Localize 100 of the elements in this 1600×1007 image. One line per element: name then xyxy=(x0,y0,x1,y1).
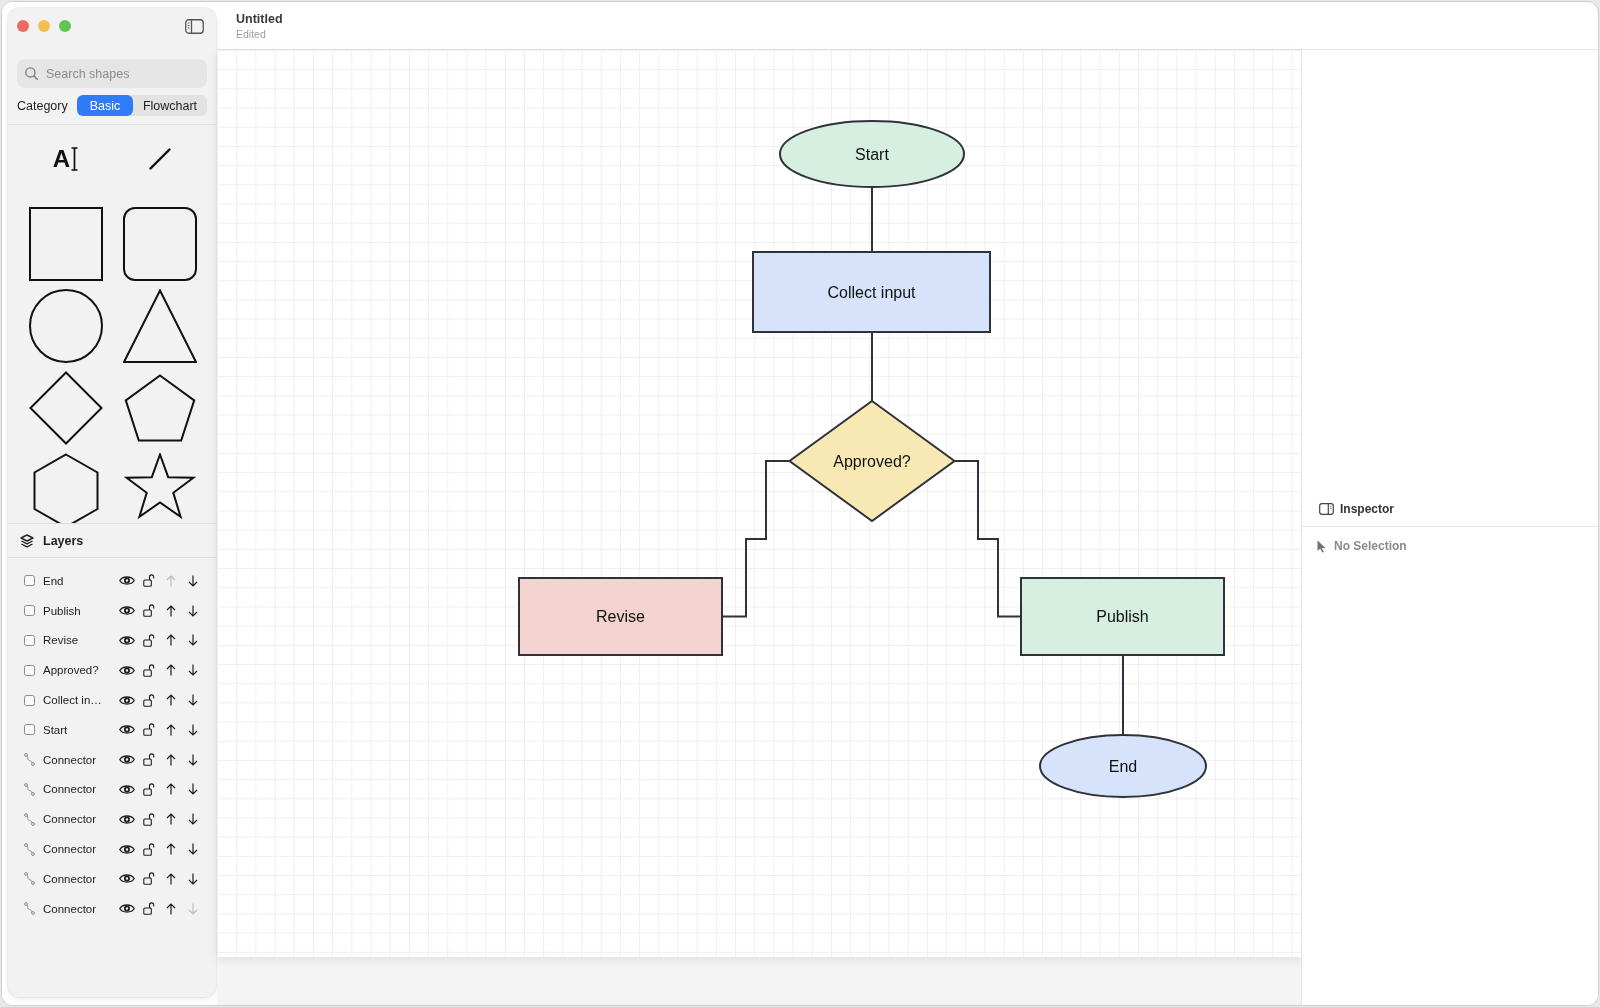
open-padlock-icon[interactable] xyxy=(143,902,155,916)
category-segment[interactable]: Flowchart xyxy=(133,95,207,116)
checkbox[interactable] xyxy=(24,724,35,736)
open-padlock-icon[interactable] xyxy=(143,782,155,796)
down-arrow-icon[interactable] xyxy=(188,813,198,826)
up-arrow-icon[interactable] xyxy=(166,783,176,796)
node-label: Start xyxy=(855,145,889,163)
eye-icon[interactable] xyxy=(119,724,135,736)
open-padlock-icon[interactable] xyxy=(143,693,155,707)
layer-name[interactable]: Connector xyxy=(43,783,119,796)
open-padlock-icon[interactable] xyxy=(143,723,155,737)
open-padlock-icon[interactable] xyxy=(143,574,155,588)
eye-icon[interactable] xyxy=(119,694,135,706)
checkbox[interactable] xyxy=(24,605,35,617)
eye-icon[interactable] xyxy=(119,635,135,646)
inspector-title: Inspector xyxy=(1340,501,1394,516)
down-arrow-icon[interactable] xyxy=(188,843,198,856)
square-icon[interactable] xyxy=(28,206,103,281)
down-arrow-icon[interactable] xyxy=(188,723,198,736)
layer-name[interactable]: Collect in… xyxy=(43,694,119,707)
rounded-square-icon[interactable] xyxy=(122,206,197,281)
up-arrow-icon[interactable] xyxy=(166,843,176,856)
connector-line xyxy=(871,186,873,253)
open-padlock-icon[interactable] xyxy=(143,753,155,767)
eye-icon[interactable] xyxy=(119,575,135,587)
eye-icon[interactable] xyxy=(119,813,135,825)
up-arrow-icon[interactable] xyxy=(166,813,176,826)
up-arrow-icon[interactable] xyxy=(166,902,176,915)
text-cursor-icon xyxy=(71,147,79,171)
down-arrow-icon[interactable] xyxy=(188,694,198,707)
checkbox[interactable] xyxy=(24,575,35,587)
checkbox[interactable] xyxy=(24,694,35,706)
search-icon xyxy=(25,67,38,80)
circle-icon[interactable] xyxy=(28,288,103,363)
node-label: End xyxy=(1108,757,1138,775)
down-arrow-icon[interactable] xyxy=(188,574,198,587)
layer-name[interactable]: Connector xyxy=(43,902,119,915)
category-label: Category xyxy=(17,98,68,113)
connector-icon xyxy=(24,902,35,916)
layer-name[interactable]: Publish xyxy=(43,604,119,617)
open-padlock-icon[interactable] xyxy=(143,842,155,856)
hexagon-icon[interactable] xyxy=(32,453,99,523)
layer-name[interactable]: Approved? xyxy=(43,664,119,677)
up-arrow-icon[interactable] xyxy=(166,694,176,707)
open-padlock-icon[interactable] xyxy=(143,604,155,618)
up-arrow-icon[interactable] xyxy=(166,664,176,677)
text-tool-button[interactable]: A xyxy=(52,144,79,174)
connector-icon xyxy=(24,753,35,767)
pentagon-icon[interactable] xyxy=(123,373,196,442)
eye-icon[interactable] xyxy=(119,783,135,795)
close-window-button[interactable] xyxy=(17,20,29,32)
up-arrow-icon[interactable] xyxy=(166,723,176,736)
down-arrow-icon[interactable] xyxy=(188,634,198,647)
no-selection-text: No Selection xyxy=(1334,539,1407,553)
node-label: Approved? xyxy=(833,452,911,470)
document-status: Edited xyxy=(236,28,266,41)
eye-icon[interactable] xyxy=(119,873,135,885)
layer-name[interactable]: End xyxy=(43,574,119,587)
triangle-icon[interactable] xyxy=(122,288,197,363)
up-arrow-icon[interactable] xyxy=(166,753,176,766)
search-field[interactable]: Search shapes xyxy=(17,59,207,88)
open-padlock-icon[interactable] xyxy=(143,872,155,886)
node-label: Revise xyxy=(596,608,645,625)
down-arrow-icon[interactable] xyxy=(188,753,198,766)
layer-name[interactable]: Start xyxy=(43,723,119,736)
line-icon[interactable] xyxy=(148,148,171,170)
diamond-icon[interactable] xyxy=(28,370,103,445)
category-segment[interactable]: Basic xyxy=(77,95,133,116)
down-arrow-icon[interactable] xyxy=(188,664,198,677)
layer-name[interactable]: Connector xyxy=(43,813,119,826)
layer-name[interactable]: Revise xyxy=(43,634,119,647)
up-arrow-icon[interactable] xyxy=(166,634,176,647)
layer-name[interactable]: Connector xyxy=(43,753,119,766)
eye-icon[interactable] xyxy=(119,843,135,855)
open-padlock-icon[interactable] xyxy=(143,663,155,677)
up-arrow-icon[interactable] xyxy=(166,872,176,885)
segmented-control[interactable]: Basic Flowchart xyxy=(77,95,207,116)
connector-line xyxy=(871,331,873,402)
cursor-icon xyxy=(1317,539,1326,553)
eye-icon[interactable] xyxy=(119,754,135,766)
down-arrow-icon[interactable] xyxy=(188,783,198,796)
connector-icon xyxy=(24,872,35,886)
down-arrow-icon[interactable] xyxy=(188,604,198,617)
layer-name[interactable]: Connector xyxy=(43,872,119,885)
sidebar-toggle-icon[interactable] xyxy=(185,18,204,34)
layers-icon xyxy=(20,533,34,548)
connector-icon xyxy=(24,782,35,796)
checkbox[interactable] xyxy=(24,664,35,676)
eye-icon[interactable] xyxy=(119,903,135,915)
eye-icon[interactable] xyxy=(119,664,135,676)
eye-icon[interactable] xyxy=(119,605,135,617)
open-padlock-icon[interactable] xyxy=(143,634,155,647)
down-arrow-icon[interactable] xyxy=(188,872,198,885)
star-icon[interactable] xyxy=(123,453,196,520)
open-padlock-icon[interactable] xyxy=(143,812,155,826)
layers-title: Layers xyxy=(43,533,84,548)
up-arrow-icon[interactable] xyxy=(166,604,176,617)
node-label: Publish xyxy=(1096,608,1149,625)
layer-name[interactable]: Connector xyxy=(43,843,119,856)
checkbox[interactable] xyxy=(24,635,35,646)
